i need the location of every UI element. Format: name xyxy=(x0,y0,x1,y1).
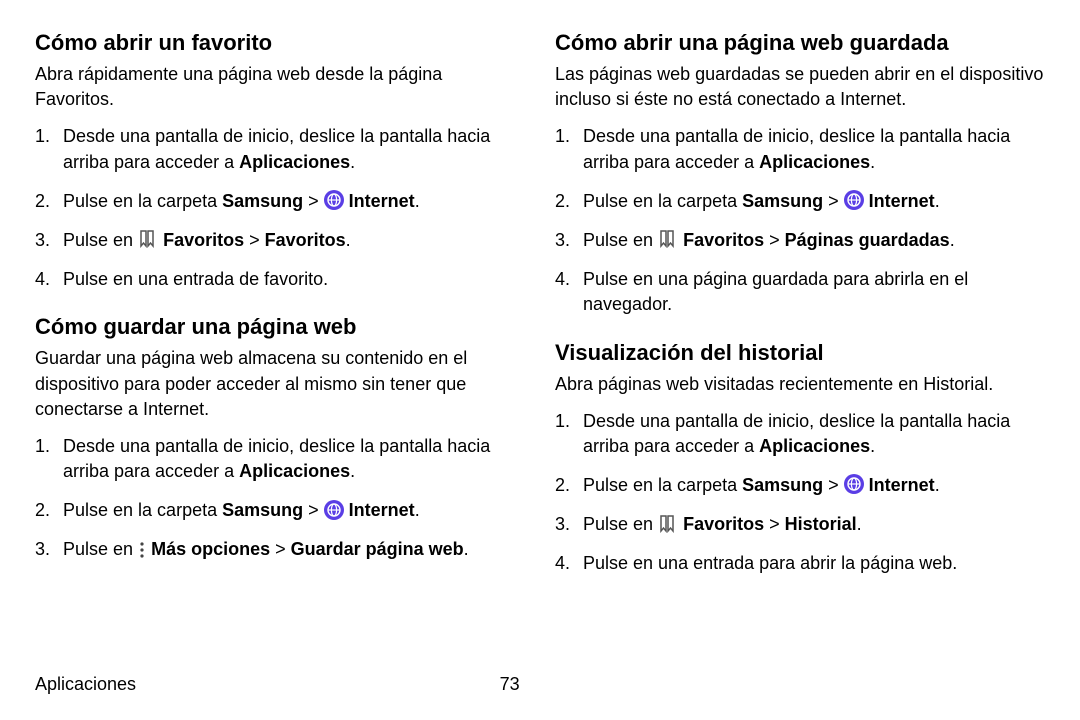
step-item: Pulse en la carpeta Samsung > Internet. xyxy=(555,473,1045,498)
step-list: Desde una pantalla de inicio, deslice la… xyxy=(35,434,525,563)
step-list: Desde una pantalla de inicio, deslice la… xyxy=(555,409,1045,577)
text: > xyxy=(244,230,265,250)
bold-text: Samsung xyxy=(742,475,823,495)
text: > xyxy=(303,500,324,520)
bookmark-icon xyxy=(138,230,158,248)
section-heading: Cómo abrir un favorito xyxy=(35,30,525,56)
section-intro: Guardar una página web almacena su conte… xyxy=(35,346,525,422)
left-column: Cómo abrir un favorito Abra rápidamente … xyxy=(35,30,525,591)
internet-icon xyxy=(324,190,344,210)
step-item: Pulse en Favoritos > Favoritos. xyxy=(35,228,525,253)
bookmark-icon xyxy=(658,230,678,248)
step-item: Desde una pantalla de inicio, deslice la… xyxy=(35,434,525,484)
bold-text: Guardar página web xyxy=(291,539,464,559)
step-item: Desde una pantalla de inicio, deslice la… xyxy=(35,124,525,174)
text: Pulse en la carpeta xyxy=(583,475,742,495)
bold-text: Samsung xyxy=(222,191,303,211)
step-item: Desde una pantalla de inicio, deslice la… xyxy=(555,124,1045,174)
step-item: Pulse en una página guardada para abrirl… xyxy=(555,267,1045,317)
step-item: Pulse en la carpeta Samsung > Internet. xyxy=(555,189,1045,214)
text: . xyxy=(415,191,420,211)
text: Pulse en la carpeta xyxy=(583,191,742,211)
text: > xyxy=(764,514,785,534)
more-options-icon xyxy=(138,541,146,559)
text: . xyxy=(870,152,875,172)
text: . xyxy=(935,191,940,211)
bold-text: Páginas guardadas xyxy=(785,230,950,250)
bold-text: Aplicaciones xyxy=(759,436,870,456)
bold-text: Favoritos xyxy=(265,230,346,250)
text: . xyxy=(350,152,355,172)
text: Pulse en la carpeta xyxy=(63,500,222,520)
text: Pulse en la carpeta xyxy=(63,191,222,211)
bold-text: Favoritos xyxy=(683,230,764,250)
step-item: Pulse en la carpeta Samsung > Internet. xyxy=(35,189,525,214)
step-item: Pulse en una entrada para abrir la págin… xyxy=(555,551,1045,576)
document-page: Cómo abrir un favorito Abra rápidamente … xyxy=(0,0,1080,591)
text: Pulse en xyxy=(63,539,138,559)
internet-icon xyxy=(844,190,864,210)
section-heading: Visualización del historial xyxy=(555,340,1045,366)
bold-text: Más opciones xyxy=(151,539,270,559)
bold-text: Samsung xyxy=(742,191,823,211)
text: . xyxy=(415,500,420,520)
bold-text: Internet xyxy=(869,475,935,495)
text: > xyxy=(764,230,785,250)
section-intro: Abra rápidamente una página web desde la… xyxy=(35,62,525,112)
bold-text: Internet xyxy=(349,191,415,211)
bold-text: Aplicaciones xyxy=(239,461,350,481)
section-intro: Las páginas web guardadas se pueden abri… xyxy=(555,62,1045,112)
internet-icon xyxy=(324,500,344,520)
text: Pulse en xyxy=(63,230,138,250)
text: . xyxy=(857,514,862,534)
text: Pulse en xyxy=(583,230,658,250)
internet-icon xyxy=(844,474,864,494)
text: . xyxy=(464,539,469,559)
right-column: Cómo abrir una página web guardada Las p… xyxy=(555,30,1045,591)
text: > xyxy=(270,539,291,559)
section-heading: Cómo guardar una página web xyxy=(35,314,525,340)
text: . xyxy=(350,461,355,481)
text: > xyxy=(823,475,844,495)
bold-text: Favoritos xyxy=(683,514,764,534)
section-intro: Abra páginas web visitadas recientemente… xyxy=(555,372,1045,397)
bold-text: Internet xyxy=(869,191,935,211)
step-item: Pulse en Favoritos > Páginas guardadas. xyxy=(555,228,1045,253)
step-list: Desde una pantalla de inicio, deslice la… xyxy=(35,124,525,292)
text: Pulse en xyxy=(583,514,658,534)
bold-text: Favoritos xyxy=(163,230,244,250)
bold-text: Aplicaciones xyxy=(239,152,350,172)
step-item: Pulse en Favoritos > Historial. xyxy=(555,512,1045,537)
footer-label: Aplicaciones xyxy=(35,674,1045,695)
bookmark-icon xyxy=(658,515,678,533)
bold-text: Historial xyxy=(785,514,857,534)
step-list: Desde una pantalla de inicio, deslice la… xyxy=(555,124,1045,317)
section-heading: Cómo abrir una página web guardada xyxy=(555,30,1045,56)
text: . xyxy=(346,230,351,250)
step-item: Pulse en la carpeta Samsung > Internet. xyxy=(35,498,525,523)
page-footer: Aplicaciones 73 xyxy=(35,674,1045,695)
step-item: Desde una pantalla de inicio, deslice la… xyxy=(555,409,1045,459)
text: . xyxy=(935,475,940,495)
text: > xyxy=(823,191,844,211)
step-item: Pulse en una entrada de favorito. xyxy=(35,267,525,292)
page-number: 73 xyxy=(500,674,520,695)
text: . xyxy=(870,436,875,456)
text: . xyxy=(950,230,955,250)
bold-text: Samsung xyxy=(222,500,303,520)
text: > xyxy=(303,191,324,211)
bold-text: Internet xyxy=(349,500,415,520)
step-item: Pulse en Más opciones > Guardar página w… xyxy=(35,537,525,562)
bold-text: Aplicaciones xyxy=(759,152,870,172)
